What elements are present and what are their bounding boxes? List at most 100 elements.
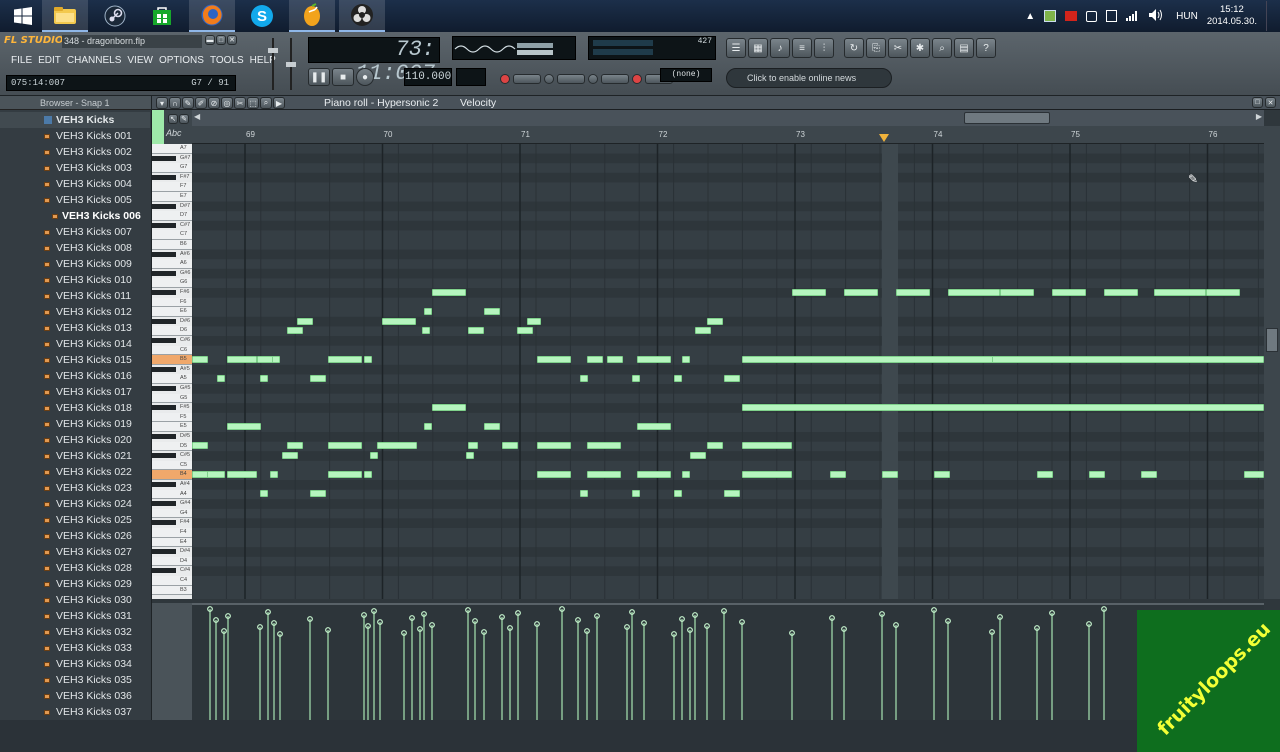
note[interactable] [468,327,484,334]
slice-tool-icon[interactable]: ✂ [234,97,246,109]
arrow-tool-icon[interactable]: ↖ [168,114,178,124]
browser-item[interactable]: VEH3 Kicks 031 [0,608,150,624]
black-key[interactable] [152,434,176,439]
note[interactable] [882,471,898,478]
firefox-icon[interactable] [189,0,235,32]
note[interactable] [1206,289,1240,296]
note[interactable] [792,289,826,296]
note[interactable] [310,375,326,382]
note[interactable] [527,318,541,325]
note[interactable] [607,356,623,363]
browser-item[interactable]: VEH3 Kicks 009 [0,256,150,272]
browser-folder-open[interactable]: VEH3 Kicks [0,112,150,128]
note[interactable] [695,327,711,334]
note[interactable] [580,490,588,497]
note[interactable] [742,404,1264,411]
note[interactable] [227,356,257,363]
note[interactable] [484,308,500,315]
velocity-selector[interactable]: Velocity [460,96,496,110]
note[interactable] [587,356,603,363]
browser-item[interactable]: VEH3 Kicks 025 [0,512,150,528]
browser-item[interactable]: VEH3 Kicks 026 [0,528,150,544]
browser-item[interactable]: VEH3 Kicks 011 [0,288,150,304]
browser-item[interactable]: VEH3 Kicks 037 [0,704,150,720]
menu-view[interactable]: VIEW [124,54,156,68]
black-key[interactable] [152,155,176,161]
zoom-tool-icon[interactable]: ⌕ [260,97,272,109]
file-explorer-icon[interactable] [42,0,88,32]
bar-ruler[interactable]: 69 70 71 72 73 74 75 76 [192,126,1264,144]
typing-keyboard-button[interactable] [513,74,541,84]
piano-keyboard[interactable]: A7 G#7 G7 F#7 F7 E7 D#7 D7 C#7 C7 B6 A#6 A6 G#6 G6 F#6 F… [152,144,192,599]
browser-item[interactable]: VEH3 Kicks 022 [0,464,150,480]
volume-icon[interactable] [1149,8,1163,24]
delete-tool-icon[interactable]: ⊘ [208,97,220,109]
browser-item[interactable]: VEH3 Kicks 005 [0,192,150,208]
record-mode-icon[interactable] [500,74,510,84]
note[interactable] [422,327,430,334]
snap-icon[interactable]: ∩ [169,97,181,109]
browser-item[interactable]: VEH3 Kicks 019 [0,416,150,432]
step-sequencer-button[interactable]: ▦ [748,38,768,58]
black-key[interactable] [152,174,176,180]
browser-item[interactable]: VEH3 Kicks 021 [0,448,150,464]
note[interactable] [432,289,466,296]
note[interactable] [466,452,474,459]
piano-roll-menu-icon[interactable]: ▾ [156,97,168,109]
tray-flag-icon[interactable] [1065,11,1078,21]
note[interactable] [310,490,326,497]
note[interactable] [328,442,362,449]
browser-item[interactable]: VEH3 Kicks 020 [0,432,150,448]
record-button[interactable]: ● [356,68,374,86]
note[interactable] [724,490,740,497]
note[interactable] [1000,289,1034,296]
note[interactable] [682,356,690,363]
time-display[interactable]: 73: 11:007 [308,37,440,86]
note[interactable] [742,442,792,449]
close-button[interactable]: ✕ [227,35,237,45]
menu-channels[interactable]: CHANNELS [64,54,124,68]
mixer-button[interactable]: ⫶ [814,38,834,58]
note[interactable] [690,452,706,459]
piano-roll-close-button[interactable]: ✕ [1265,97,1276,108]
browser-item[interactable]: VEH3 Kicks 004 [0,176,150,192]
note[interactable] [1154,289,1206,296]
note[interactable] [297,318,313,325]
pen-tool-icon[interactable]: ✎ [179,114,189,124]
black-key[interactable] [152,338,176,343]
browser-title[interactable]: Browser - Snap 1 [40,98,110,108]
note[interactable] [270,471,278,478]
browser-item[interactable]: VEH3 Kicks 023 [0,480,150,496]
black-key[interactable] [152,318,176,324]
black-key[interactable] [152,482,176,487]
tray-expand-icon[interactable]: ▲ [1025,11,1035,22]
master-volume-slider[interactable] [268,38,278,90]
windows-start-icon[interactable] [0,0,46,32]
black-key[interactable] [152,568,176,574]
note[interactable] [192,442,208,449]
note[interactable] [587,471,621,478]
playhead-marker[interactable] [879,134,889,142]
note[interactable] [637,471,671,478]
note[interactable] [484,423,500,430]
note[interactable] [580,375,588,382]
browser-item[interactable]: VEH3 Kicks 028 [0,560,150,576]
black-key[interactable] [152,222,176,228]
note[interactable] [1089,471,1105,478]
note[interactable] [260,490,268,497]
scroll-left-arrow-icon[interactable]: ◀ [194,112,200,121]
piano-roll-maximize-button[interactable]: □ [1252,97,1263,108]
note[interactable] [328,471,362,478]
note[interactable] [1037,471,1053,478]
network-icon[interactable] [1126,9,1140,24]
tray-device-icon[interactable] [1106,10,1118,22]
note[interactable] [502,442,518,449]
note[interactable] [1141,471,1157,478]
play-pause-button[interactable]: ❚❚ [308,68,330,86]
note[interactable] [537,471,571,478]
note[interactable] [192,471,208,478]
maximize-button[interactable]: □ [216,35,226,45]
note[interactable] [674,375,682,382]
steam-icon[interactable] [92,0,138,32]
paint-tool-icon[interactable]: ✐ [195,97,207,109]
